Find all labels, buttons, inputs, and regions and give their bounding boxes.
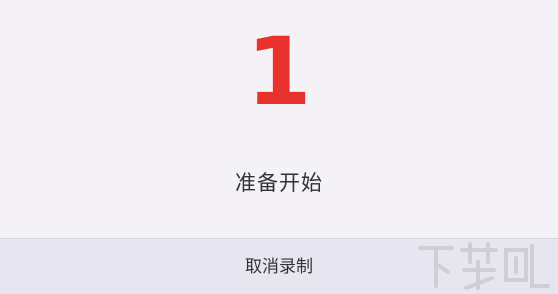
- countdown-number: 1: [246, 18, 312, 127]
- cancel-recording-button[interactable]: 取消录制: [0, 238, 558, 294]
- cancel-recording-label: 取消录制: [245, 257, 313, 277]
- status-text: 准备开始: [235, 171, 323, 195]
- countdown-dialog: 1 准备开始 取消录制: [0, 0, 558, 294]
